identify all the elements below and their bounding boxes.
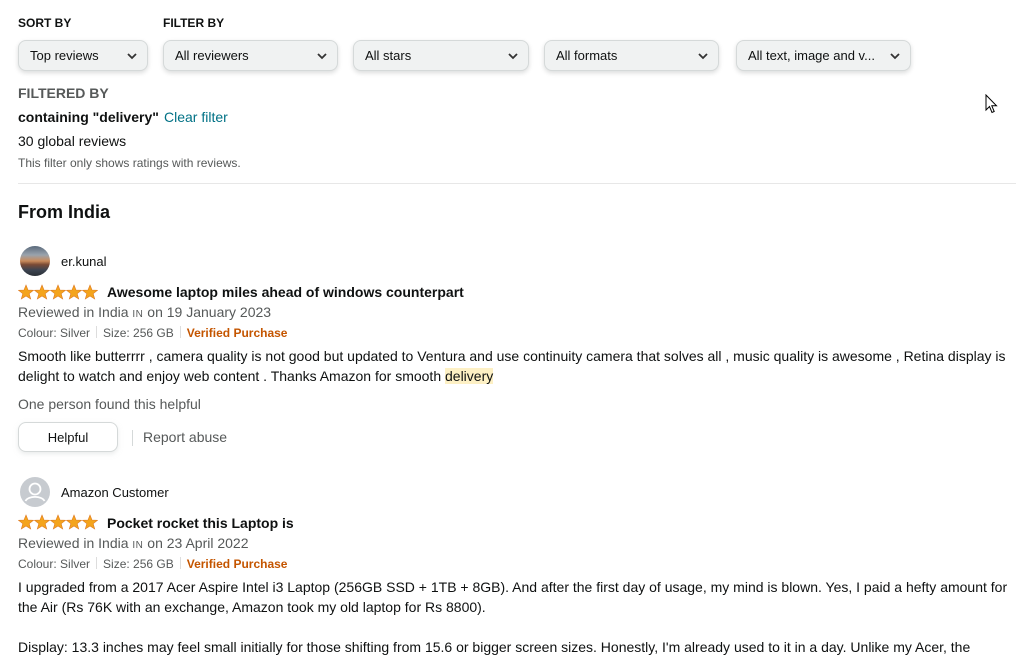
chevron-down-icon [127, 53, 137, 60]
variant-info: Colour: Silver Size: 256 GB Verified Purch… [18, 326, 287, 340]
variant-size[interactable]: Size: 256 GB [103, 557, 174, 571]
review-date-text: on 23 April 2022 [143, 535, 249, 551]
chevron-down-icon [698, 53, 708, 60]
star-rating-icon[interactable] [18, 514, 98, 530]
active-filter-text: containing "delivery" [18, 109, 159, 125]
separator [132, 430, 133, 446]
section-title: From India [18, 202, 111, 222]
filter-note: This filter only shows ratings with revi… [18, 156, 241, 170]
variant-info: Colour: Silver Size: 256 GB Verified Purch… [18, 557, 287, 571]
country-code: IN [132, 309, 144, 320]
review-date: Reviewed in India IN on 19 January 2023 [18, 304, 271, 320]
separator [96, 326, 98, 338]
format-filter-dropdown[interactable]: All formats [544, 40, 719, 71]
review-date-text: on 19 January 2023 [143, 304, 272, 320]
reviewer-name[interactable]: er.kunal [61, 254, 107, 269]
reviewed-in-text: Reviewed in India [18, 304, 133, 320]
review-count: 30 global reviews [18, 133, 127, 149]
reviewer-name[interactable]: Amazon Customer [61, 485, 169, 500]
filtered-by-heading: FILTERED BY [18, 85, 109, 101]
variant-size[interactable]: Size: 256 GB [103, 326, 174, 340]
sort-dropdown[interactable]: Top reviews [18, 40, 148, 71]
report-abuse-link[interactable]: Report abuse [143, 429, 227, 445]
reviewer-filter-dropdown[interactable]: All reviewers [163, 40, 338, 71]
media-filter-value: All text, image and v... [748, 48, 875, 63]
format-filter-value: All formats [556, 48, 618, 63]
star-filter-value: All stars [365, 48, 412, 63]
variant-colour[interactable]: Colour: Silver [18, 557, 90, 571]
review-body-paragraph: Display: 13.3 inches may feel small init… [18, 639, 971, 655]
mouse-cursor-icon [985, 94, 998, 114]
separator [179, 557, 181, 569]
review-body: Smooth like butterrrr , camera quality i… [18, 346, 1008, 386]
star-filter-dropdown[interactable]: All stars [353, 40, 529, 71]
review-date: Reviewed in India IN on 23 April 2022 [18, 535, 249, 551]
helpful-count: One person found this helpful [18, 396, 201, 412]
country-code: IN [132, 540, 144, 551]
review-body-paragraph: I upgraded from a 2017 Acer Aspire Intel… [18, 579, 1008, 615]
reviewer-filter-value: All reviewers [175, 48, 249, 63]
review-body-text: Smooth like butterrrr , camera quality i… [18, 348, 1006, 384]
separator [179, 326, 181, 338]
clear-filter-link[interactable]: Clear filter [164, 109, 228, 125]
filter-by-label: FILTER BY [163, 16, 225, 30]
avatar[interactable] [20, 246, 50, 276]
sort-by-label: SORT BY [18, 16, 72, 30]
highlighted-term: delivery [445, 368, 494, 384]
review-title[interactable]: Pocket rocket this Laptop is [107, 515, 294, 531]
reviewed-in-text: Reviewed in India [18, 535, 133, 551]
sort-dropdown-value: Top reviews [30, 48, 99, 63]
chevron-down-icon [508, 53, 518, 60]
chevron-down-icon [890, 53, 900, 60]
star-rating-icon[interactable] [18, 284, 98, 300]
default-user-icon[interactable] [20, 477, 50, 507]
chevron-down-icon [317, 53, 327, 60]
divider [18, 183, 1016, 184]
review-title[interactable]: Awesome laptop miles ahead of windows co… [107, 284, 464, 300]
separator [96, 557, 98, 569]
verified-purchase-badge: Verified Purchase [186, 557, 288, 571]
verified-purchase-badge: Verified Purchase [186, 326, 288, 340]
media-filter-dropdown[interactable]: All text, image and v... [736, 40, 911, 71]
helpful-button[interactable]: Helpful [18, 422, 118, 452]
variant-colour[interactable]: Colour: Silver [18, 326, 90, 340]
user-silhouette-icon [21, 478, 49, 506]
